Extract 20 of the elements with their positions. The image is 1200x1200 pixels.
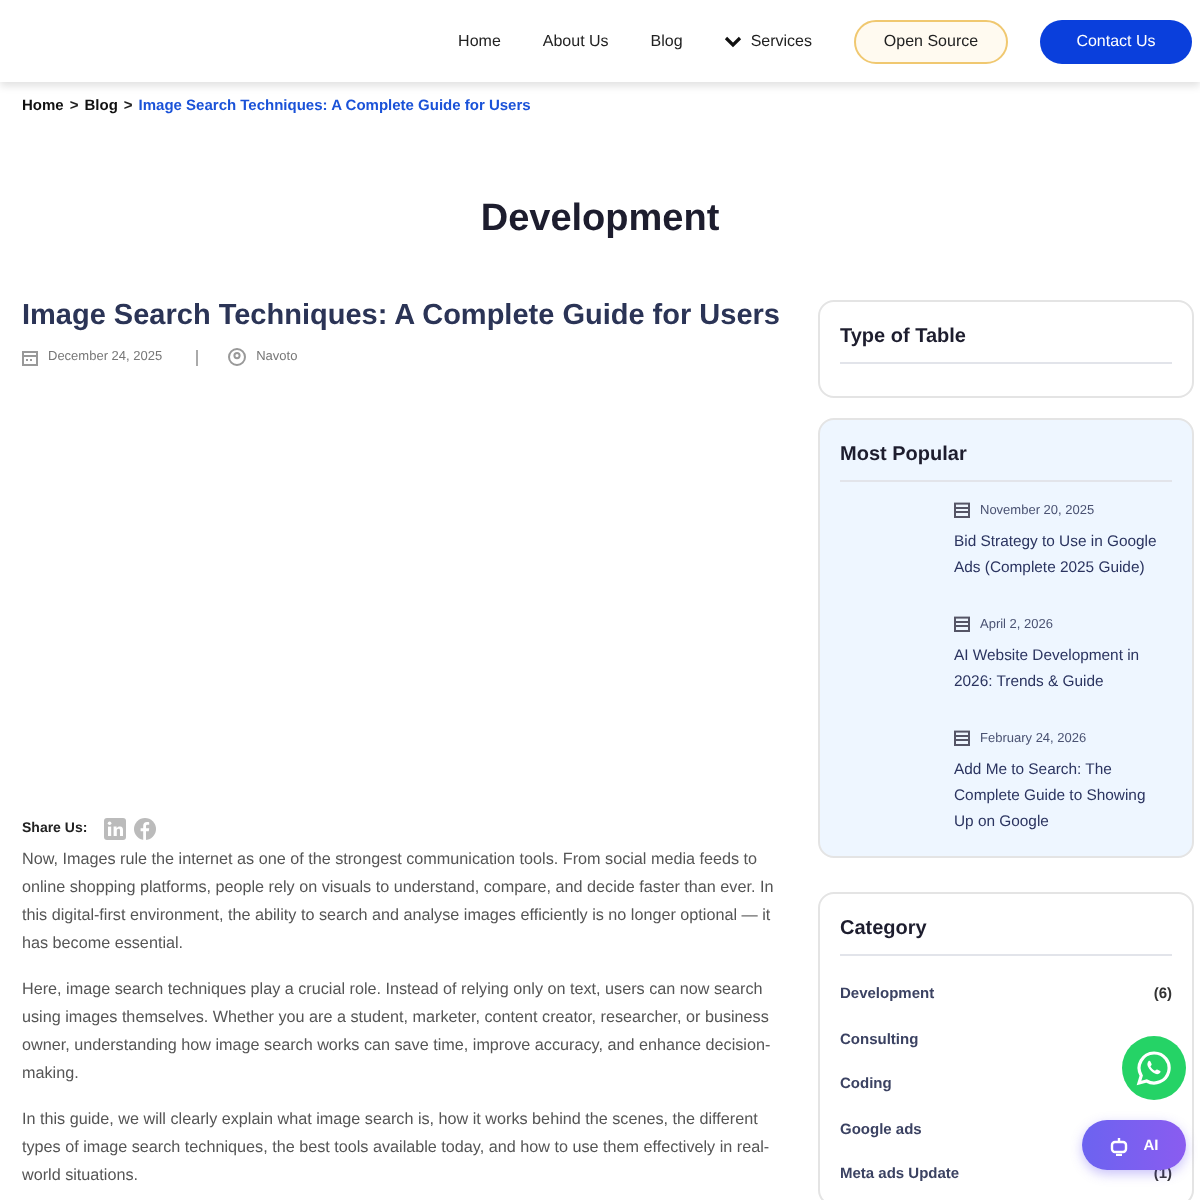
card-title: Category bbox=[840, 918, 1172, 956]
body-paragraph: Now, Images rule the internet as one of the strongest communication tools. From social media feeds to online shopping platforms, people rely on visuals to understand, compare, and decide faster than ever. In this digital-first environment, the ability to search and analyse images efficiently is no longer optional — it has become essential. bbox=[22, 848, 776, 956]
chat-button[interactable] bbox=[1122, 1036, 1186, 1100]
nav-link[interactable]: Services bbox=[724, 32, 812, 50]
chevron-down-icon bbox=[724, 35, 743, 47]
card-title: Most Popular bbox=[840, 444, 1172, 482]
body-paragraph: Here, image search techniques play a crucial role. Instead of relying only on text, users can now search using images themselves. Whether you are a student, marketer, content creator, researcher, or business owner, understanding how image search works can save time, improve accuracy, and enhance decision-making. bbox=[22, 978, 773, 1086]
contact-button[interactable]: Contact Us bbox=[1040, 19, 1192, 63]
nav-link[interactable]: About Us bbox=[542, 32, 609, 50]
body-paragraph: In this guide, we will clearly explain what image search is, how it works behind the scenes, the different types of image search techniques, the best tools available today, and how to use them effectively in real-world situations. bbox=[22, 1108, 772, 1188]
card-title: Type of Table bbox=[840, 326, 1172, 364]
open-source-button[interactable]: Open Source bbox=[854, 19, 1008, 63]
linkedin-icon[interactable] bbox=[103, 818, 126, 840]
nav-link[interactable]: Home bbox=[458, 32, 501, 50]
article-title: Image Search Techniques: A Complete Guide for Users bbox=[22, 300, 782, 332]
facebook-icon[interactable] bbox=[133, 818, 156, 840]
robot-icon bbox=[1109, 1135, 1128, 1155]
nav-link[interactable]: Blog bbox=[650, 32, 683, 50]
phone-bubble-icon bbox=[1136, 1050, 1172, 1086]
page-title: Development bbox=[478, 198, 722, 242]
